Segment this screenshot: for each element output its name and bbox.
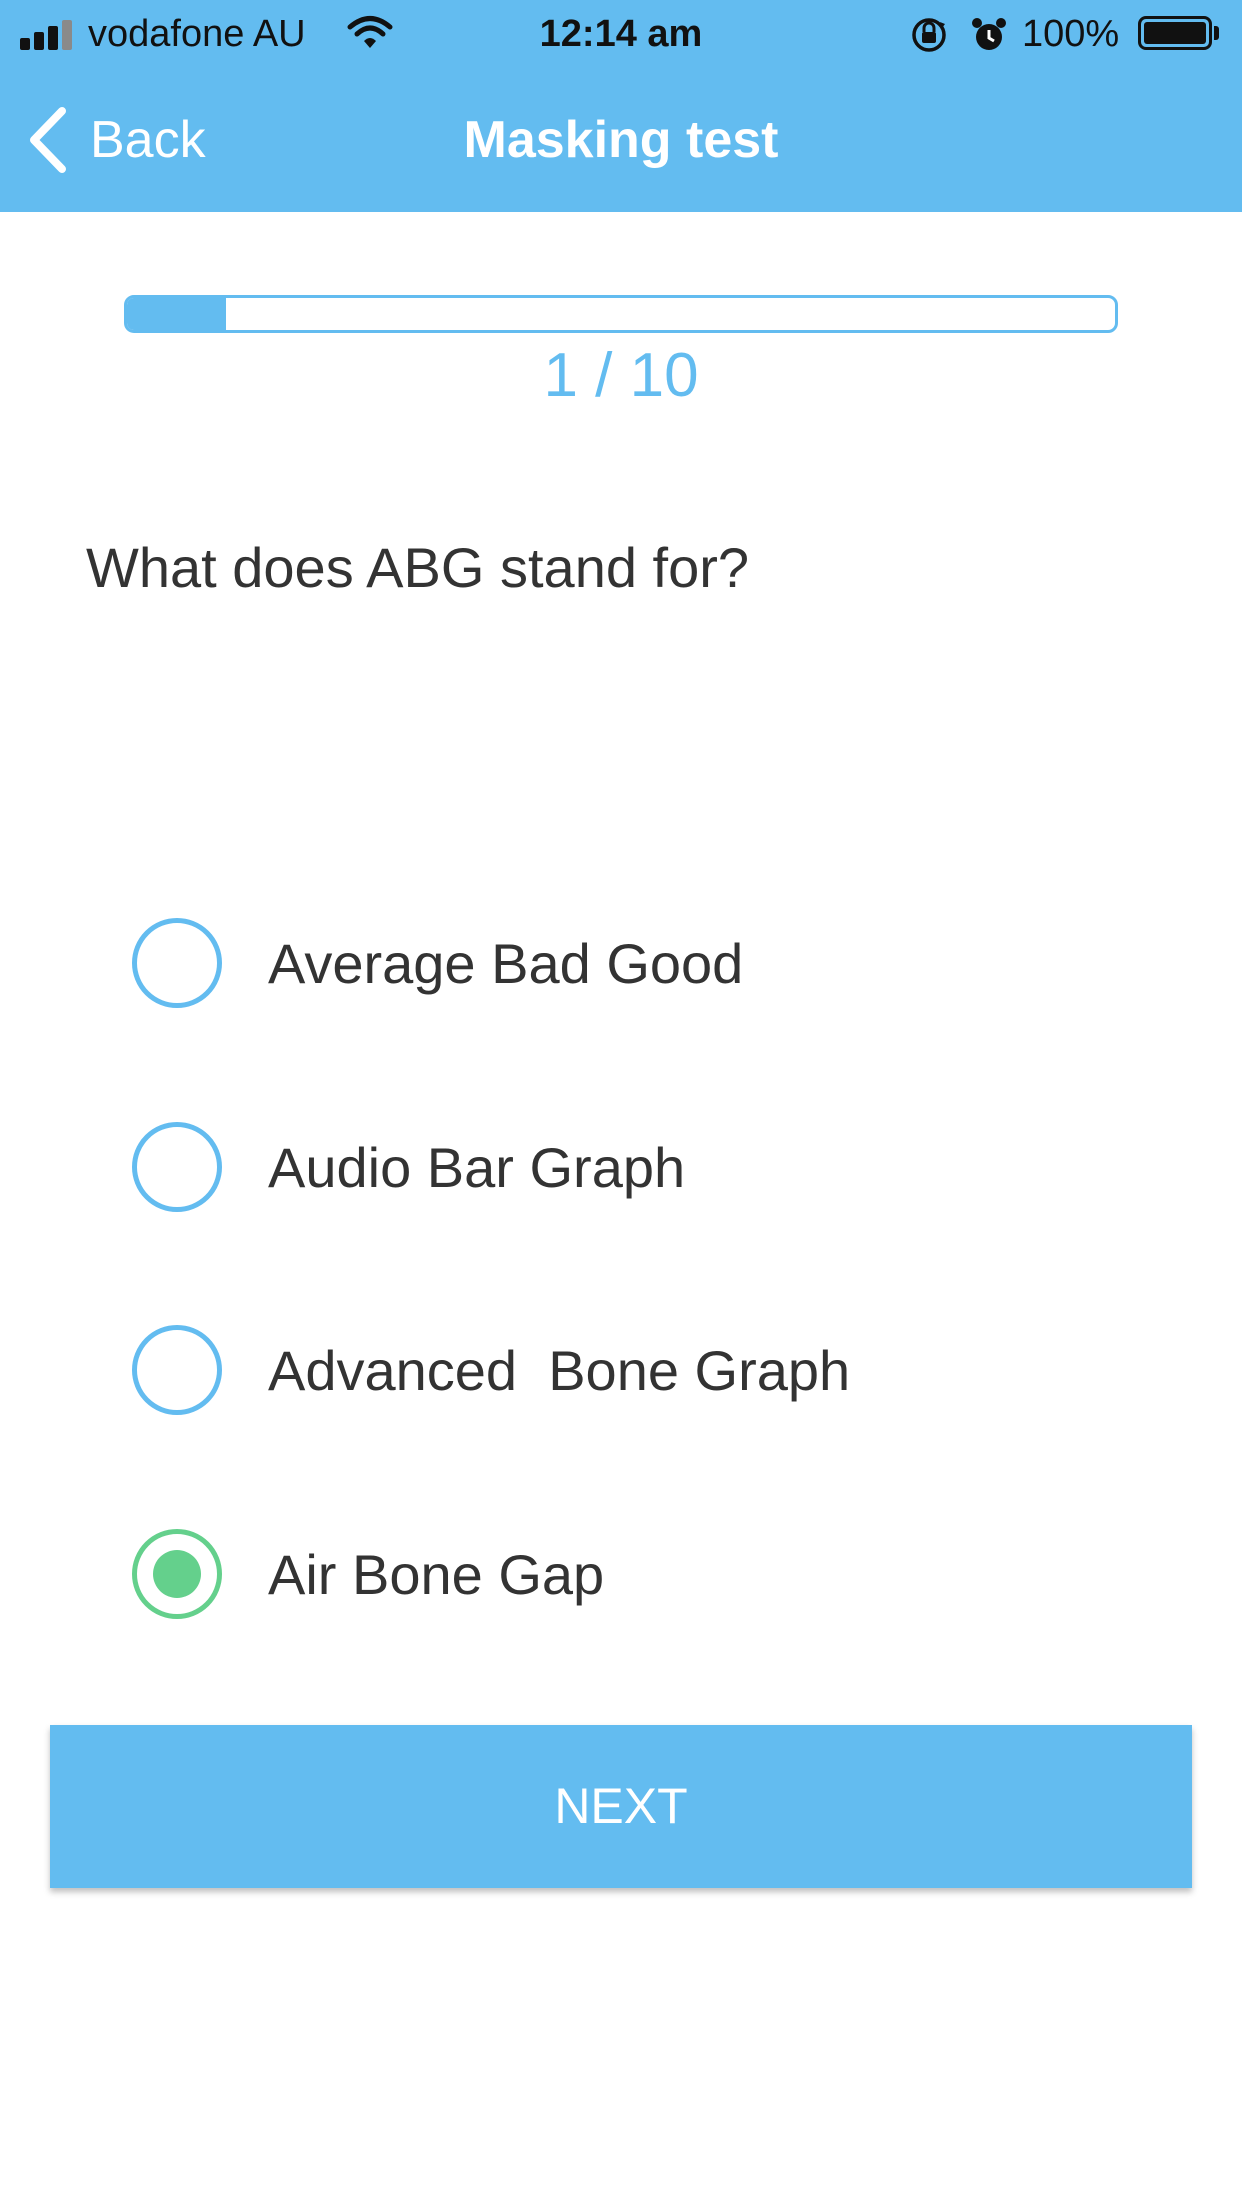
radio-icon[interactable] [132,918,222,1008]
top-bar: vodafone AU 12:14 am 100% Back Masking t… [0,0,1242,212]
radio-selected-icon[interactable] [132,1529,222,1619]
page-title: Masking test [463,111,779,169]
status-bar: vodafone AU 12:14 am 100% [0,0,1242,66]
radio-icon[interactable] [132,1122,222,1212]
option-audio-bar-graph[interactable]: Audio Bar Graph [132,1122,1132,1212]
question-text: What does ABG stand for? [86,536,750,599]
rotation-lock-icon [912,18,946,52]
option-label: Audio Bar Graph [268,1135,686,1199]
progress-fill [127,298,226,330]
next-button[interactable]: NEXT [50,1725,1192,1888]
option-label: Air Bone Gap [268,1542,605,1606]
option-air-bone-gap[interactable]: Air Bone Gap [132,1529,1132,1619]
battery-percent: 100% [1022,13,1120,55]
progress-bar [124,295,1118,333]
progress-label: 1 / 10 [543,341,699,410]
option-average-bad-good[interactable]: Average Bad Good [132,918,1132,1008]
option-advanced-bone-graph[interactable]: Advanced Bone Graph [132,1325,1132,1415]
option-label: Advanced Bone Graph [268,1338,851,1402]
battery-icon [1138,16,1212,50]
battery-cap [1214,26,1219,40]
alarm-icon [972,18,1006,50]
radio-icon[interactable] [132,1325,222,1415]
option-label: Average Bad Good [268,931,744,995]
